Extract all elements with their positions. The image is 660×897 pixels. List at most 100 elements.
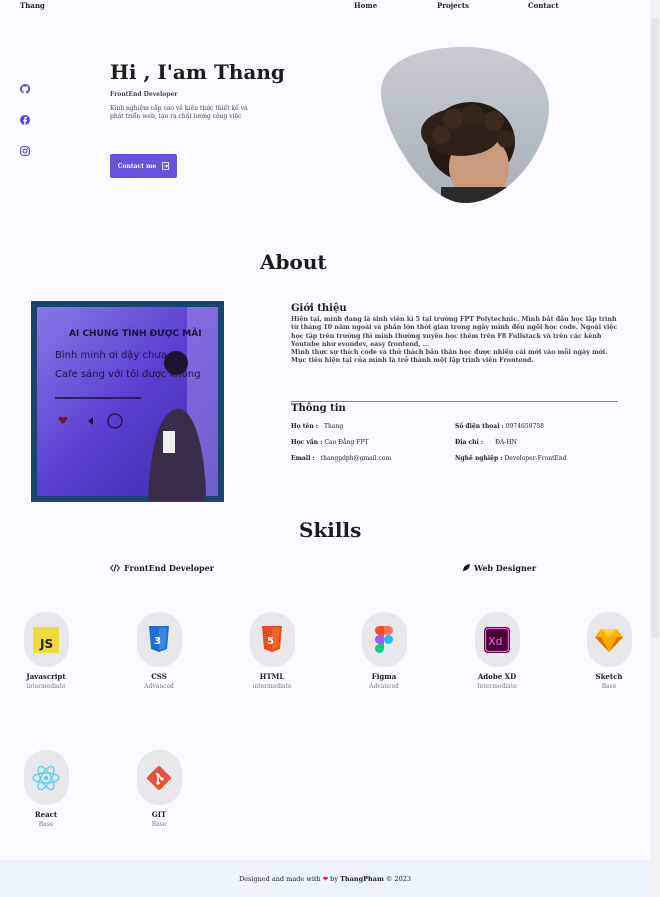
info-name-label: Họ tên :	[291, 423, 319, 430]
intro-text: Hiện tại, mình đang là sinh viên kì 5 tạ…	[291, 316, 621, 366]
footer-copyright: © 2023	[385, 874, 412, 883]
figma-icon	[375, 626, 393, 653]
info-email-value: thangpdph@gmail.com	[320, 455, 392, 462]
skill-card-figma[interactable]: Figma Advanced	[349, 612, 419, 690]
info-address: Địa chỉ : ĐA-HN	[455, 439, 517, 446]
footer-by-text: by	[330, 874, 339, 883]
svg-text:Xd: Xd	[488, 635, 503, 648]
about-heading: About	[260, 250, 327, 274]
scrollbar[interactable]	[650, 0, 660, 897]
info-name: Họ tên : Thang	[291, 423, 343, 430]
skill-level: intermediate	[26, 683, 66, 690]
info-address-label: Địa chỉ :	[455, 439, 484, 446]
skill-category-design[interactable]: Web Designer	[462, 563, 536, 573]
info-education-label: Học vấn :	[291, 439, 323, 446]
skill-level: Advanced	[369, 683, 399, 690]
info-education: Học vấn : Cao Đẳng FPT	[291, 439, 368, 446]
top-nav: Thang Home Projects Contact	[0, 0, 650, 12]
about-photo-image: AI CHUNG TÌNH ĐƯỢC MÃI Bình minh ơi dậy …	[37, 307, 218, 501]
skill-level: Advanced	[144, 683, 174, 690]
hero-subtitle: FrontEnd Developer	[110, 91, 178, 98]
photo-caption-2: Bình minh ơi dậy chưa	[55, 349, 167, 361]
hero-description: Kinh nghiệm cấp cao về kiến thức thiết k…	[110, 105, 248, 120]
skill-card-react[interactable]: React Base	[11, 750, 81, 828]
skill-level: Base	[151, 821, 167, 828]
info-phone: Số điện thoại :0974659758	[455, 423, 544, 430]
git-icon	[147, 765, 171, 790]
scrollbar-thumb[interactable]	[651, 18, 659, 638]
react-icon	[32, 765, 60, 790]
footer-author: ThangPham	[340, 874, 384, 883]
skill-card-git[interactable]: GIT Base	[124, 750, 194, 828]
github-icon[interactable]	[20, 84, 30, 94]
nav-link-contact[interactable]: Contact	[528, 1, 559, 10]
skill-icon-bg	[361, 612, 407, 667]
contact-me-button[interactable]: Contact me	[110, 154, 177, 178]
adobe-xd-icon: Xd	[484, 626, 510, 653]
skill-level: Base	[601, 683, 617, 690]
code-icon	[110, 564, 120, 572]
skill-name: Adobe XD	[477, 672, 517, 681]
intro-title: Giới thiệu	[291, 303, 347, 314]
skill-category-frontend[interactable]: FrontEnd Developer	[110, 563, 214, 573]
javascript-icon: JS	[33, 626, 59, 653]
skill-icon-bg: 3	[136, 612, 182, 667]
skill-icon-bg	[23, 750, 69, 805]
info-job-value: Developer-FrontEnd	[504, 455, 567, 462]
info-email-label: Email :	[291, 455, 315, 462]
skill-name: CSS	[151, 672, 167, 681]
facebook-icon[interactable]	[20, 115, 30, 125]
skill-card-adobe-xd[interactable]: Xd Adobe XD Intermediate	[462, 612, 532, 690]
info-phone-label: Số điện thoại :	[455, 423, 504, 430]
info-job: Nghề nghiệp : Developer-FrontEnd	[455, 455, 567, 462]
info-email: Email : thangpdph@gmail.com	[291, 455, 391, 462]
nav-link-projects[interactable]: Projects	[437, 1, 469, 10]
css-icon: 3	[149, 626, 169, 652]
photo-caption-1: AI CHUNG TÌNH ĐƯỢC MÃI	[69, 327, 202, 339]
about-photo: AI CHUNG TÌNH ĐƯỢC MÃI Bình minh ơi dậy …	[31, 301, 224, 502]
skills-heading: Skills	[299, 518, 362, 542]
instagram-icon[interactable]	[20, 146, 30, 156]
skill-name: GIT	[151, 810, 167, 819]
skill-name: React	[34, 810, 58, 819]
feather-icon	[462, 564, 470, 572]
skill-category-frontend-label: FrontEnd Developer	[124, 563, 214, 573]
intro-paragraph-1: Hiện tại, mình đang là sinh viên kì 5 tạ…	[291, 316, 618, 348]
info-address-value: ĐA-HN	[495, 439, 517, 446]
info-title: Thông tin	[291, 403, 346, 414]
nav-logo[interactable]: Thang	[20, 1, 45, 10]
skill-card-css[interactable]: 3 CSS Advanced	[124, 612, 194, 690]
skill-level: intermediate	[252, 683, 292, 690]
info-education-value: Cao Đẳng FPT	[324, 439, 369, 446]
svg-text:JS: JS	[39, 637, 53, 651]
skill-name: HTML	[259, 672, 285, 681]
info-name-value: Thang	[324, 423, 344, 430]
skill-name: Figma	[371, 672, 397, 681]
skill-icon-bg	[136, 750, 182, 805]
send-icon	[162, 162, 170, 170]
skill-name: Sketch	[595, 672, 623, 681]
footer-pre-text: Designed and made with	[238, 874, 321, 883]
skill-name: Javascript	[26, 672, 66, 681]
info-job-label: Nghề nghiệp :	[455, 455, 503, 462]
skill-card-html[interactable]: 5 HTML intermediate	[237, 612, 307, 690]
skill-icon-bg: Xd	[474, 612, 520, 667]
footer: Designed and made with ❤ by ThangPham © …	[0, 860, 650, 897]
skill-card-javascript[interactable]: JS Javascript intermediate	[11, 612, 81, 690]
skill-card-sketch[interactable]: Sketch Base	[574, 612, 644, 690]
skill-category-design-label: Web Designer	[474, 563, 537, 573]
hero-portrait-image	[381, 47, 549, 203]
contact-me-label: Contact me	[117, 162, 157, 170]
intro-paragraph-2: Mình thực sự thích code và thử thách bản…	[291, 349, 608, 365]
skill-icon-bg: JS	[23, 612, 69, 667]
skill-icon-bg: 5	[249, 612, 295, 667]
skill-icon-bg	[586, 612, 632, 667]
heart-icon: ❤	[322, 874, 329, 883]
svg-text:3: 3	[154, 636, 161, 647]
sketch-icon	[595, 628, 623, 652]
nav-link-home[interactable]: Home	[354, 1, 377, 10]
info-divider	[291, 401, 618, 402]
skill-level: Intermediate	[477, 683, 517, 690]
info-phone-value: 0974659758	[505, 423, 544, 430]
hero-title: Hi , I'am Thang	[110, 60, 285, 84]
